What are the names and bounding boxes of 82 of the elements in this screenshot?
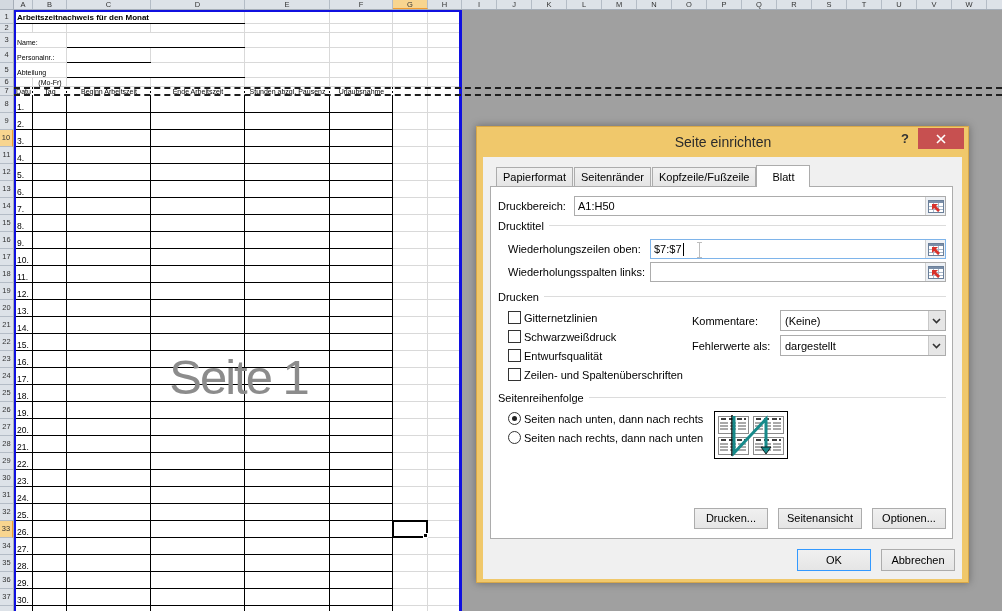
dialog-button[interactable]: Optionen... (872, 508, 946, 529)
day-number: 24. (16, 493, 29, 504)
day-number: 8. (16, 221, 25, 232)
fill-handle[interactable] (423, 533, 428, 538)
day-number: 30. (16, 595, 29, 606)
help-button[interactable]: ? (897, 132, 913, 145)
checkbox[interactable] (508, 349, 521, 362)
range-field[interactable] (650, 262, 946, 282)
checkbox[interactable] (508, 330, 521, 343)
day-number: 14. (16, 323, 29, 334)
field-label: Druckbereich: (498, 200, 566, 212)
day-number: 9. (16, 238, 25, 249)
close-icon (936, 133, 946, 144)
chevron-down-icon (928, 336, 945, 355)
section-heading: Seitenreihenfolge (498, 391, 584, 404)
table-arrow-icon (927, 199, 944, 213)
day-number: 7. (16, 204, 25, 215)
section-heading: Drucktitel (498, 219, 544, 232)
day-number: 25. (16, 510, 29, 521)
field-label: Wiederholungszeilen oben: (508, 243, 641, 255)
range-select-button[interactable] (925, 240, 945, 258)
day-number: 19. (16, 408, 29, 419)
day-number: 18. (16, 391, 29, 402)
sheet-title: Arbeitszeitnachweis für den Monat (16, 14, 150, 24)
checkbox-label[interactable]: Schwarzweißdruck (524, 330, 617, 343)
day-number: 21. (16, 442, 29, 453)
day-number: 28. (16, 561, 29, 572)
dialog-button[interactable]: Drucken... (693, 508, 768, 529)
day-number: 12. (16, 289, 29, 300)
radio-button[interactable] (508, 412, 521, 425)
day-number: 5. (16, 170, 25, 181)
dialog-button[interactable]: Abbrechen (881, 549, 955, 571)
field-label: Wiederholungsspalten links: (508, 266, 645, 278)
page-order-icon (714, 411, 788, 459)
dropdown[interactable]: (Keine) (780, 310, 946, 331)
day-number: 2. (16, 119, 25, 130)
day-number: 26. (16, 527, 29, 538)
tab[interactable]: Blatt (756, 165, 811, 187)
table-arrow-icon (927, 242, 944, 256)
checkbox-label[interactable]: Zeilen- und Spaltenüberschriften (524, 368, 683, 381)
close-button[interactable] (918, 128, 964, 149)
dropdown[interactable]: dargestellt (780, 335, 946, 356)
day-number: 13. (16, 306, 29, 317)
active-cell[interactable] (392, 520, 428, 538)
day-number: 27. (16, 544, 29, 555)
day-number: 23. (16, 476, 29, 487)
section-heading: Drucken (498, 290, 539, 303)
checkbox-label[interactable]: Entwurfsqualität (524, 349, 603, 362)
day-number: 22. (16, 459, 29, 470)
day-number: 15. (16, 340, 29, 351)
day-number: 10. (16, 255, 29, 266)
chevron-down-icon (928, 311, 945, 330)
field-label: Kommentare: (692, 314, 759, 327)
day-number: 6. (16, 187, 25, 198)
range-field[interactable]: $7:$7 (650, 239, 946, 259)
day-number: 20. (16, 425, 29, 436)
radio-button[interactable] (508, 431, 521, 444)
tab[interactable]: Kopfzeile/Fußzeile (652, 167, 757, 186)
checkbox[interactable] (508, 311, 521, 324)
text-caret-icon (682, 242, 684, 256)
field-label: Fehlerwerte als: (692, 339, 771, 352)
day-number: 11. (16, 272, 29, 283)
day-number: 3. (16, 136, 25, 147)
range-select-button[interactable] (925, 263, 945, 281)
tab[interactable]: Seitenränder (574, 167, 651, 186)
day-number: 16. (16, 357, 29, 368)
window-title: Seite einrichten (674, 135, 772, 149)
checkbox-label[interactable]: Gitternetzlinien (524, 311, 598, 324)
tab[interactable]: Papierformat (496, 167, 573, 186)
day-number: 17. (16, 374, 29, 385)
text-cursor-icon (697, 242, 702, 258)
print-area-field[interactable]: A1:H50 (574, 196, 946, 216)
radio-label[interactable]: Seiten nach unten, dann nach rechts (524, 412, 704, 425)
dialog-button[interactable]: Seitenansicht (777, 508, 862, 529)
day-number: 4. (16, 153, 25, 164)
range-select-button[interactable] (925, 197, 945, 215)
dialog-button[interactable]: OK (797, 549, 871, 571)
table-arrow-icon (927, 265, 944, 279)
day-number: 1. (16, 102, 25, 113)
checkbox[interactable] (508, 368, 521, 381)
day-number: 29. (16, 578, 29, 589)
radio-label[interactable]: Seiten nach rechts, dann nach unten (524, 431, 704, 444)
